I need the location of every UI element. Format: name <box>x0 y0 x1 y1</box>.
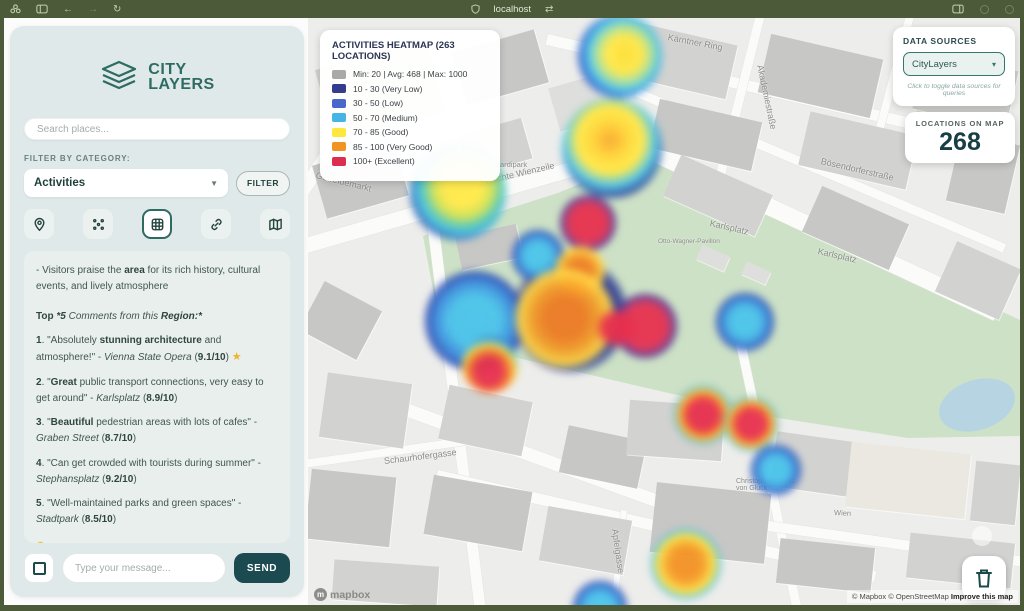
map-icon <box>268 217 283 232</box>
send-button[interactable]: SEND <box>234 553 290 583</box>
app-logo: CITY LAYERS <box>24 60 290 94</box>
legend-row: 30 - 50 (Low) <box>332 98 488 108</box>
page-content: CITY LAYERS FILTER BY CATEGORY: Activiti… <box>4 18 1020 605</box>
heatmap-blob <box>724 397 778 451</box>
legend-label: Min: 20 | Avg: 468 | Max: 1000 <box>353 69 467 79</box>
data-sources-title: DATA SOURCES <box>903 36 1005 46</box>
improve-map-link[interactable]: Improve this map <box>951 592 1013 601</box>
window-control-icon[interactable] <box>1005 5 1014 14</box>
legend-label: 50 - 70 (Medium) <box>353 113 418 123</box>
mapbox-icon: m <box>314 588 327 601</box>
chat-paragraph: 1. "Absolutely stunning architecture and… <box>36 333 278 367</box>
heatmap-blob <box>573 581 627 605</box>
mapbox-logo[interactable]: m mapbox <box>314 588 370 601</box>
legend-row: 50 - 70 (Medium) <box>332 113 488 123</box>
checkbox-icon <box>33 562 46 575</box>
location-pin-icon <box>32 217 47 232</box>
data-source-select[interactable]: CityLayers ▾ <box>903 52 1005 76</box>
grid-icon <box>150 217 165 232</box>
grid-view-button[interactable] <box>142 209 172 239</box>
filter-category-label: FILTER BY CATEGORY: <box>24 154 290 163</box>
legend-swatch <box>332 128 346 137</box>
message-input[interactable] <box>62 553 226 583</box>
url-bar[interactable]: localhost <box>494 4 532 15</box>
legend-label: 10 - 30 (Very Low) <box>353 84 422 94</box>
locations-panel: LOCATIONS ON MAP 268 <box>905 112 1015 163</box>
legend-row: 10 - 30 (Very Low) <box>332 84 488 94</box>
search-input[interactable] <box>24 118 290 140</box>
map-view-button[interactable] <box>260 209 290 239</box>
heatmap-blob <box>751 445 801 495</box>
legend-row: 85 - 100 (Very Good) <box>332 142 488 152</box>
heatmap-blob <box>651 529 721 599</box>
legend-label: 70 - 85 (Good) <box>353 127 408 137</box>
data-sources-hint: Click to toggle data sources for queries <box>903 83 1005 97</box>
chat-paragraph: All 268 locations are displayed on the m… <box>36 541 278 543</box>
legend-swatch <box>332 113 346 122</box>
data-sources-panel: DATA SOURCES CityLayers ▾ Click to toggl… <box>893 27 1015 106</box>
legend-swatch <box>332 142 346 151</box>
chat-paragraph: 3. "Beautiful pedestrian areas with lots… <box>36 415 278 447</box>
heatmap-blob <box>596 308 636 348</box>
legend-swatch <box>332 84 346 93</box>
layers-icon <box>99 60 139 94</box>
browser-toolbar: ← → ↻ localhost ⇄ <box>0 0 1024 18</box>
data-source-value: CityLayers <box>912 59 957 70</box>
swap-tabs-icon[interactable]: ⇄ <box>545 2 553 16</box>
heatmap-blob <box>716 293 774 351</box>
legend-swatch <box>332 157 346 166</box>
locations-title: LOCATIONS ON MAP <box>911 119 1009 128</box>
category-value: Activities <box>34 177 85 189</box>
app-name: CITY LAYERS <box>148 62 214 92</box>
legend-label: 100+ (Excellent) <box>353 156 415 166</box>
back-button[interactable]: ← <box>63 2 73 16</box>
heatmap-blob <box>674 386 732 444</box>
map-canvas[interactable]: GetreidemarktGirardiparkRechte Wienzeile… <box>308 18 1020 605</box>
chevron-down-icon: ▾ <box>992 60 996 69</box>
star-icon: ★ <box>232 351 242 363</box>
sidebar: CITY LAYERS FILTER BY CATEGORY: Activiti… <box>10 26 304 597</box>
browser-logo-icon[interactable] <box>10 2 21 16</box>
legend-label: 30 - 50 (Low) <box>353 98 403 108</box>
chat-paragraph: 4. "Can get crowded with tourists during… <box>36 456 278 488</box>
heatmap-blob <box>562 98 662 198</box>
shield-icon[interactable] <box>471 2 480 16</box>
legend-swatch <box>332 99 346 108</box>
map-control-button[interactable] <box>972 526 992 546</box>
forward-button[interactable]: → <box>88 2 98 16</box>
scatter-dots-icon <box>91 217 106 232</box>
filter-button[interactable]: FILTER <box>236 171 290 196</box>
trash-icon <box>974 567 994 589</box>
chat-paragraph: 2. "Great public transport connections, … <box>36 375 278 407</box>
view-mode-toolbar <box>24 209 290 239</box>
chat-paragraph: Top *5 Comments from this Region:* <box>36 309 278 325</box>
chat-paragraph: 5. "Well-maintained parks and green spac… <box>36 496 278 528</box>
legend-row: 100+ (Excellent) <box>332 156 488 166</box>
legend-row: 70 - 85 (Good) <box>332 127 488 137</box>
heatmap-blob <box>462 337 518 393</box>
heatmap-legend: ACTIVITIES HEATMAP (263 LOCATIONS) Min: … <box>320 30 500 181</box>
sidebar-toggle-icon[interactable] <box>36 2 48 16</box>
heatmap-blob <box>578 18 662 98</box>
chevron-down-icon: ▼ <box>210 179 218 188</box>
window-control-icon[interactable] <box>980 5 989 14</box>
legend-swatch <box>332 70 346 79</box>
chat-paragraph: - Visitors praise the area for its rich … <box>36 263 278 295</box>
reload-button[interactable]: ↻ <box>113 2 121 16</box>
link-button[interactable] <box>201 209 231 239</box>
map-attribution: © Mapbox © OpenStreetMap Improve this ma… <box>847 590 1018 603</box>
category-select[interactable]: Activities ▼ <box>24 169 228 197</box>
attribution-text: © Mapbox © OpenStreetMap <box>852 592 949 601</box>
heatmap-blob <box>560 195 616 251</box>
legend-row: Min: 20 | Avg: 468 | Max: 1000 <box>332 69 488 79</box>
location-pin-button[interactable] <box>24 209 54 239</box>
chat-messages[interactable]: - Visitors praise the area for its rich … <box>24 251 290 543</box>
legend-title: ACTIVITIES HEATMAP (263 LOCATIONS) <box>332 40 488 62</box>
locations-count: 268 <box>911 128 1009 157</box>
legend-label: 85 - 100 (Very Good) <box>353 142 432 152</box>
panel-right-icon[interactable] <box>952 2 964 16</box>
checkbox-button[interactable] <box>24 553 54 583</box>
scatter-view-button[interactable] <box>83 209 113 239</box>
link-icon <box>209 217 224 232</box>
